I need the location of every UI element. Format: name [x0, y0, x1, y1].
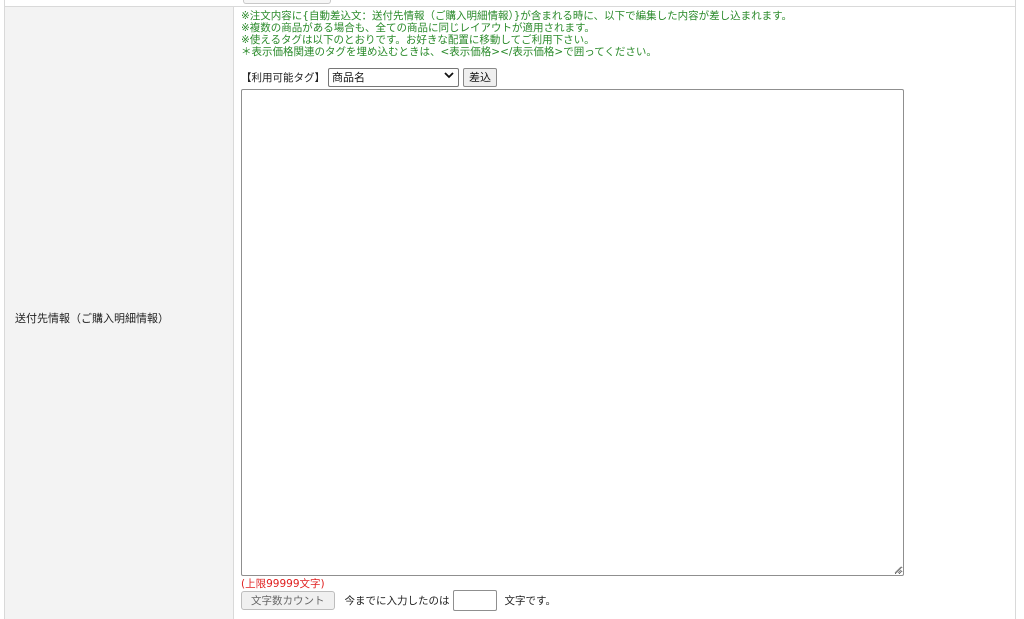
tag-select[interactable]: 商品名 [328, 67, 459, 87]
insert-tag-button[interactable]: 差込 [463, 67, 497, 87]
note-line: ※複数の商品がある場合も、全ての商品に同じレイアウトが適用されます。 [241, 22, 595, 34]
previous-row-button-edge [243, 0, 331, 4]
template-textarea[interactable] [241, 89, 904, 576]
note-line: ＊表示価格関連のタグを埋め込むときは、<表示価格></表示価格>で囲ってください… [241, 46, 657, 58]
count-prefix-text: 今までに入力したのは [344, 594, 450, 607]
tag-selector-row: 【利用可能タグ】 商品名 差込 [241, 67, 497, 87]
available-tags-label: 【利用可能タグ】 [241, 71, 325, 84]
character-count-field[interactable] [452, 589, 497, 611]
row-label-cell: 送付先情報（ご購入明細情報） [5, 7, 234, 619]
note-line: ※注文内容に{自動差込文：送付先情報（ご購入明細情報）}が含まれる時に、以下で編… [241, 10, 793, 22]
tag-select-value: 商品名 [332, 71, 365, 84]
chevron-down-icon [444, 72, 454, 82]
instruction-notes: ※注文内容に{自動差込文：送付先情報（ご購入明細情報）}が含まれる時に、以下で編… [241, 10, 792, 58]
character-count-row: 文字数カウント 今までに入力したのは 文字です。 [241, 589, 556, 611]
count-characters-button[interactable]: 文字数カウント [241, 590, 335, 610]
note-line: ※使えるタグは以下のとおりです。お好きな配置に移動してご利用下さい。 [241, 34, 595, 46]
row-label: 送付先情報（ご購入明細情報） [15, 312, 169, 325]
count-suffix-text: 文字です。 [504, 594, 556, 607]
